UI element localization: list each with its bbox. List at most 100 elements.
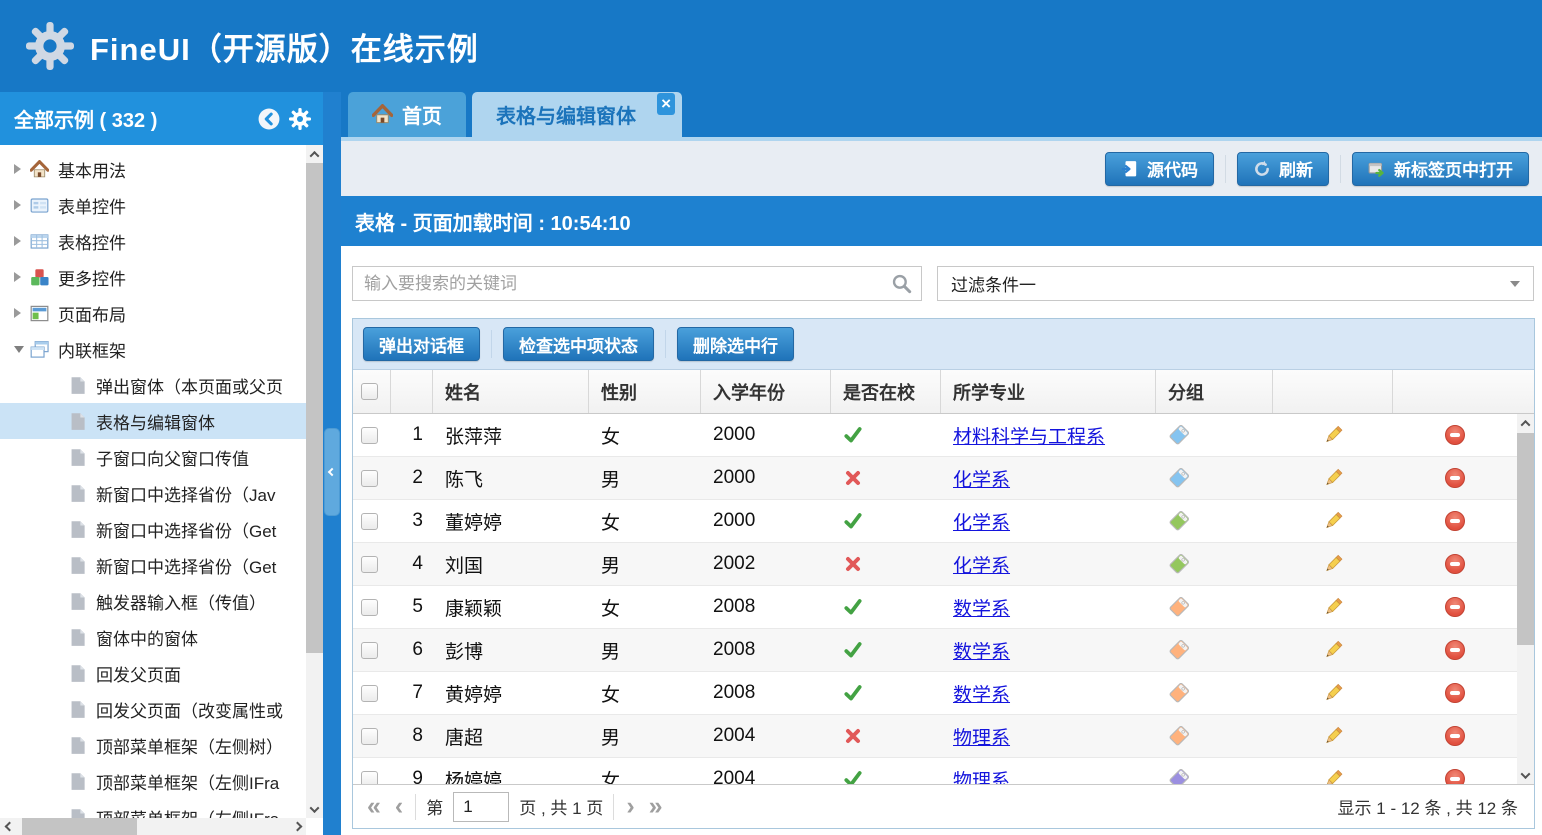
edit-pencil-icon[interactable] (1322, 510, 1344, 532)
tab-table-edit-window[interactable]: 表格与编辑窗体 × (472, 92, 682, 137)
search-icon[interactable] (891, 273, 912, 294)
scroll-right-icon[interactable] (288, 818, 306, 835)
sidebar-item[interactable]: 新窗口中选择省份（Jav (0, 475, 306, 511)
edit-pencil-icon[interactable] (1322, 682, 1344, 704)
sidebar-vertical-scrollbar[interactable] (306, 145, 323, 818)
scroll-down-icon[interactable] (1517, 766, 1534, 784)
source-code-button[interactable]: 源代码 (1105, 152, 1214, 186)
search-input[interactable] (364, 274, 891, 294)
row-checkbox[interactable] (361, 771, 378, 785)
expand-arrow-icon[interactable] (14, 163, 30, 175)
sidebar-item[interactable]: 页面布局 (0, 295, 306, 331)
column-header-year[interactable]: 入学年份 (701, 370, 831, 413)
row-checkbox[interactable] (361, 513, 378, 530)
sidebar-item[interactable]: 更多控件 (0, 259, 306, 295)
close-tab-icon[interactable]: × (657, 93, 675, 115)
expand-arrow-icon[interactable] (14, 235, 30, 247)
prev-page-icon[interactable]: ‹ (393, 794, 405, 819)
row-checkbox[interactable] (361, 728, 378, 745)
column-header-sel[interactable] (353, 370, 391, 413)
collapse-sidebar-icon[interactable] (258, 108, 280, 130)
edit-pencil-icon[interactable] (1322, 553, 1344, 575)
delete-row-icon[interactable] (1445, 511, 1465, 531)
sidebar-item[interactable]: 顶部菜单框架（左侧树） (0, 727, 306, 763)
major-link[interactable]: 化学系 (953, 465, 1010, 492)
edit-pencil-icon[interactable] (1322, 725, 1344, 747)
sidebar-item[interactable]: 内联框架 (0, 331, 306, 367)
sidebar-item[interactable]: 表单控件 (0, 187, 306, 223)
row-checkbox[interactable] (361, 599, 378, 616)
scrollbar-thumb[interactable] (22, 818, 137, 835)
sidebar-item[interactable]: 表格与编辑窗体 (0, 403, 306, 439)
major-link[interactable]: 物理系 (953, 723, 1010, 750)
expand-arrow-icon[interactable] (14, 199, 30, 211)
row-checkbox[interactable] (361, 556, 378, 573)
column-header-num[interactable] (391, 370, 433, 413)
edit-pencil-icon[interactable] (1322, 639, 1344, 661)
sidebar-item[interactable]: 新窗口中选择省份（Get (0, 511, 306, 547)
grid-vertical-scrollbar[interactable] (1517, 414, 1534, 784)
scrollbar-thumb[interactable] (1517, 433, 1534, 645)
sidebar-item[interactable]: 子窗口向父窗口传值 (0, 439, 306, 475)
delete-selected-button[interactable]: 删除选中行 (677, 327, 794, 361)
sidebar-item[interactable]: 新窗口中选择省份（Get (0, 547, 306, 583)
column-header-major[interactable]: 所学专业 (941, 370, 1156, 413)
major-link[interactable]: 数学系 (953, 594, 1010, 621)
column-header-del[interactable] (1393, 370, 1534, 413)
sidebar-item[interactable]: 表格控件 (0, 223, 306, 259)
scroll-up-icon[interactable] (1517, 414, 1534, 432)
sidebar-item[interactable]: 回发父页面（改变属性或 (0, 691, 306, 727)
sidebar-splitter[interactable] (323, 92, 341, 835)
scroll-left-icon[interactable] (0, 818, 18, 835)
edit-pencil-icon[interactable] (1322, 467, 1344, 489)
refresh-button[interactable]: 刷新 (1237, 152, 1329, 186)
delete-row-icon[interactable] (1445, 554, 1465, 574)
major-link[interactable]: 数学系 (953, 680, 1010, 707)
major-link[interactable]: 材料科学与工程系 (953, 422, 1105, 449)
last-page-icon[interactable]: » (647, 794, 665, 819)
expand-arrow-icon[interactable] (14, 307, 30, 319)
sidebar-item[interactable]: 弹出窗体（本页面或父页 (0, 367, 306, 403)
delete-row-icon[interactable] (1445, 597, 1465, 617)
sidebar-item[interactable]: 窗体中的窗体 (0, 619, 306, 655)
collapse-arrow-icon[interactable] (14, 343, 30, 355)
filter-dropdown[interactable]: 过滤条件一 (937, 266, 1534, 301)
column-header-edit[interactable] (1273, 370, 1393, 413)
open-new-tab-button[interactable]: 新标签页中打开 (1352, 152, 1529, 186)
sidebar-item[interactable]: 基本用法 (0, 151, 306, 187)
check-selected-button[interactable]: 检查选中项状态 (503, 327, 654, 361)
major-link[interactable]: 化学系 (953, 551, 1010, 578)
row-checkbox[interactable] (361, 685, 378, 702)
delete-row-icon[interactable] (1445, 683, 1465, 703)
delete-row-icon[interactable] (1445, 468, 1465, 488)
delete-row-icon[interactable] (1445, 425, 1465, 445)
major-link[interactable]: 数学系 (953, 637, 1010, 664)
row-checkbox[interactable] (361, 470, 378, 487)
column-header-group[interactable]: 分组 (1156, 370, 1273, 413)
delete-row-icon[interactable] (1445, 769, 1465, 784)
column-header-gender[interactable]: 性别 (589, 370, 701, 413)
delete-row-icon[interactable] (1445, 640, 1465, 660)
sidebar-item[interactable]: 顶部菜单框架（左侧IFra (0, 763, 306, 799)
edit-pencil-icon[interactable] (1322, 424, 1344, 446)
column-header-school[interactable]: 是否在校 (831, 370, 941, 413)
scroll-down-icon[interactable] (306, 800, 323, 818)
tab-home[interactable]: 首页 (348, 92, 466, 137)
next-page-icon[interactable]: › (624, 794, 636, 819)
settings-gear-icon[interactable] (289, 108, 311, 130)
expand-arrow-icon[interactable] (14, 271, 30, 283)
major-link[interactable]: 物理系 (953, 766, 1010, 785)
row-checkbox[interactable] (361, 427, 378, 444)
page-number-input[interactable] (453, 792, 509, 822)
column-header-name[interactable]: 姓名 (433, 370, 589, 413)
first-page-icon[interactable]: « (365, 794, 383, 819)
select-all-checkbox[interactable] (361, 383, 378, 400)
scroll-up-icon[interactable] (306, 145, 323, 163)
sidebar-item[interactable]: 回发父页面 (0, 655, 306, 691)
open-dialog-button[interactable]: 弹出对话框 (363, 327, 480, 361)
collapse-panel-handle[interactable] (324, 428, 340, 516)
edit-pencil-icon[interactable] (1322, 768, 1344, 784)
delete-row-icon[interactable] (1445, 726, 1465, 746)
major-link[interactable]: 化学系 (953, 508, 1010, 535)
sidebar-horizontal-scrollbar[interactable] (0, 818, 306, 835)
